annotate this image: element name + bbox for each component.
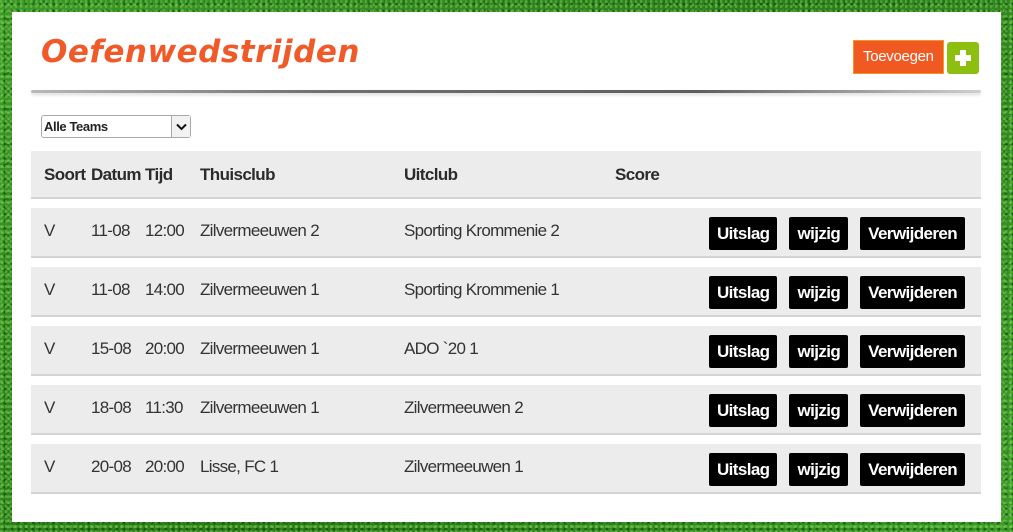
cell-datum: 15-08 xyxy=(91,339,132,358)
cell-uitclub: ADO `20 1 xyxy=(404,339,479,358)
result-button[interactable]: Uitslag xyxy=(708,217,778,250)
column-header-tijd: Tijd xyxy=(145,165,173,184)
page-header: Oefenwedstrijden Toevoegen xyxy=(31,12,981,93)
cell-soort: V xyxy=(44,398,55,417)
cell-soort: V xyxy=(44,339,55,358)
add-match-plus-button[interactable] xyxy=(947,42,979,74)
edit-button[interactable]: wijzig xyxy=(789,217,849,250)
cell-uitclub: Sporting Krommenie 2 xyxy=(404,221,560,240)
result-button[interactable]: Uitslag xyxy=(708,453,778,486)
cell-tijd: 11:30 xyxy=(145,398,183,417)
team-filter-value: Alle Teams xyxy=(44,119,108,134)
row-actions: Uitslag wijzig Verwijderen xyxy=(708,217,965,250)
cell-tijd: 20:00 xyxy=(145,457,185,476)
edit-button[interactable]: wijzig xyxy=(789,335,849,368)
cell-soort: V xyxy=(44,457,55,476)
row-actions: Uitslag wijzig Verwijderen xyxy=(708,276,965,309)
column-header-datum: Datum xyxy=(91,165,142,184)
cell-uitclub: Zilvermeeuwen 1 xyxy=(404,457,524,476)
table-row: V 20-08 20:00 Lisse, FC 1 Zilvermeeuwen … xyxy=(31,444,981,494)
edit-button[interactable]: wijzig xyxy=(789,276,849,309)
main-panel: Oefenwedstrijden Toevoegen Alle Teams So… xyxy=(12,12,1001,522)
cell-thuisclub: Zilvermeeuwen 1 xyxy=(200,398,320,417)
column-header-uitclub: Uitclub xyxy=(404,165,458,184)
edit-button[interactable]: wijzig xyxy=(789,453,849,486)
delete-button[interactable]: Verwijderen xyxy=(860,217,965,250)
matches-table: Soort Datum Tijd Thuisclub Uitclub Score… xyxy=(31,151,981,494)
column-header-thuisclub: Thuisclub xyxy=(200,165,275,184)
table-row: V 18-08 11:30 Zilvermeeuwen 1 Zilvermeeu… xyxy=(31,385,981,435)
delete-button[interactable]: Verwijderen xyxy=(860,394,965,427)
cell-uitclub: Sporting Krommenie 1 xyxy=(404,280,560,299)
result-button[interactable]: Uitslag xyxy=(708,394,778,427)
add-match-button[interactable]: Toevoegen xyxy=(853,40,944,74)
table-header: Soort Datum Tijd Thuisclub Uitclub Score xyxy=(31,151,981,199)
delete-button[interactable]: Verwijderen xyxy=(860,276,965,309)
cell-datum: 20-08 xyxy=(91,457,132,476)
cell-tijd: 12:00 xyxy=(145,221,185,240)
team-filter-select[interactable]: Alle Teams xyxy=(41,115,191,138)
cell-thuisclub: Lisse, FC 1 xyxy=(200,457,279,476)
cell-thuisclub: Zilvermeeuwen 1 xyxy=(200,280,320,299)
column-header-soort: Soort xyxy=(44,165,86,184)
page-title: Oefenwedstrijden xyxy=(41,34,360,70)
row-actions: Uitslag wijzig Verwijderen xyxy=(708,335,965,368)
cell-datum: 18-08 xyxy=(91,398,132,417)
cell-thuisclub: Zilvermeeuwen 1 xyxy=(200,339,320,358)
cell-uitclub: Zilvermeeuwen 2 xyxy=(404,398,524,417)
edit-button[interactable]: wijzig xyxy=(789,394,849,427)
row-actions: Uitslag wijzig Verwijderen xyxy=(708,394,965,427)
table-row: V 11-08 14:00 Zilvermeeuwen 1 Sporting K… xyxy=(31,267,981,317)
cell-tijd: 14:00 xyxy=(145,280,185,299)
cell-datum: 11-08 xyxy=(91,280,130,299)
chevron-down-icon xyxy=(171,116,190,137)
result-button[interactable]: Uitslag xyxy=(708,276,778,309)
cell-thuisclub: Zilvermeeuwen 2 xyxy=(200,221,320,240)
result-button[interactable]: Uitslag xyxy=(708,335,778,368)
table-row: V 15-08 20:00 Zilvermeeuwen 1 ADO `20 1 … xyxy=(31,326,981,376)
cell-soort: V xyxy=(44,221,55,240)
cell-soort: V xyxy=(44,280,55,299)
column-header-score: Score xyxy=(615,165,660,184)
cell-datum: 11-08 xyxy=(91,221,130,240)
delete-button[interactable]: Verwijderen xyxy=(860,453,965,486)
table-row: V 11-08 12:00 Zilvermeeuwen 2 Sporting K… xyxy=(31,208,981,258)
cell-tijd: 20:00 xyxy=(145,339,185,358)
row-actions: Uitslag wijzig Verwijderen xyxy=(708,453,965,486)
delete-button[interactable]: Verwijderen xyxy=(860,335,965,368)
